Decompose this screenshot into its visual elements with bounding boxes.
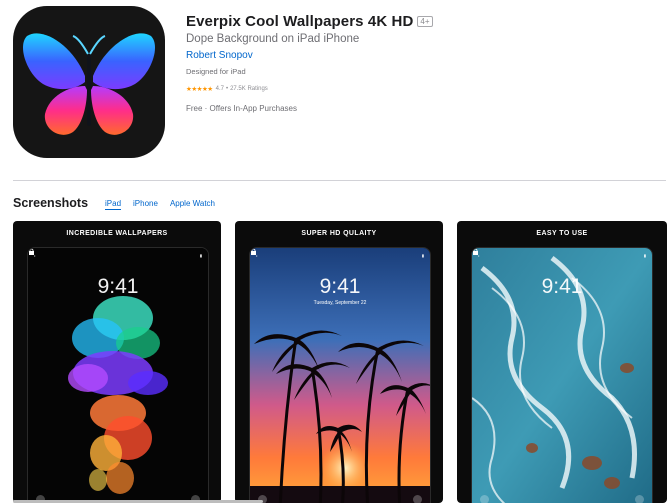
screenshot-card[interactable]: SUPER HD QULAITY • ▮ 9:41 Tuesday, Septe… [235, 221, 443, 503]
screenshots-heading: Screenshots [13, 196, 89, 210]
lockscreen-date: Tuesday, September 22 [313, 300, 367, 306]
section-divider [13, 180, 666, 181]
device-tabs: iPad iPhone Apple Watch [105, 199, 227, 210]
age-rating-badge: 4+ [417, 16, 433, 27]
lockscreen-clock: 9:41 [97, 275, 139, 298]
app-icon [13, 6, 165, 158]
rating-separator: • [225, 86, 229, 92]
camera-icon [413, 495, 422, 503]
screenshot-card[interactable]: INCREDIBLE WALLPAPERS • ▮ 9:41 [13, 221, 221, 503]
star-rating-icon: ★★★★★ [186, 86, 213, 93]
ipad-screen: • ▮ 9:41 [27, 247, 209, 503]
lockscreen-clock: 9:41 [319, 275, 361, 298]
lockscreen-clock: 9:41 [541, 275, 583, 298]
app-title: Everpix Cool Wallpapers 4K HD [186, 13, 414, 30]
screenshot-card[interactable]: EASY TO USE • ▮ 9:41 [457, 221, 667, 503]
rating-row: ★★★★★ 4.7 • 27.5K Ratings [186, 85, 268, 93]
screenshot-caption: EASY TO USE [536, 230, 588, 237]
battery-icon: ▮ [643, 253, 646, 258]
designed-for-label: Designed for iPad [186, 67, 246, 76]
flashlight-icon [480, 495, 489, 503]
battery-icon: ▮ [199, 253, 202, 258]
ipad-screen: • ▮ 9:41 [471, 247, 653, 503]
lock-icon [29, 248, 34, 255]
title-row: Everpix Cool Wallpapers 4K HD 4+ [186, 13, 433, 30]
ratings-count: 27.5K Ratings [230, 86, 268, 92]
app-subtitle: Dope Background on iPad iPhone [186, 33, 360, 45]
tab-iphone[interactable]: iPhone [133, 199, 158, 210]
tab-ipad[interactable]: iPad [105, 199, 122, 210]
lock-icon [251, 248, 256, 255]
lock-icon [473, 248, 478, 255]
screenshot-caption: SUPER HD QULAITY [301, 230, 377, 237]
tab-apple-watch[interactable]: Apple Watch [170, 199, 215, 210]
developer-link[interactable]: Robert Snopov [186, 50, 253, 61]
butterfly-icon [22, 33, 156, 135]
rating-value: 4.7 [215, 86, 224, 92]
screenshot-caption: INCREDIBLE WALLPAPERS [66, 230, 168, 237]
price-label: Free · Offers In-App Purchases [186, 104, 298, 113]
ipad-screen: • ▮ 9:41 Tuesday, September 22 [249, 247, 431, 503]
battery-icon: ▮ [421, 253, 424, 258]
camera-icon [635, 495, 644, 503]
